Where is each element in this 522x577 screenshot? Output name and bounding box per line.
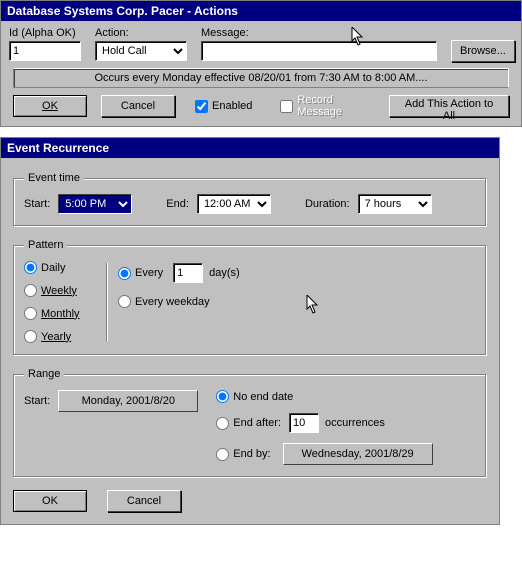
recur-cancel-button[interactable]: Cancel: [107, 490, 181, 512]
action-select[interactable]: Hold Call: [95, 41, 187, 61]
end-time-select[interactable]: 12:00 AM: [197, 194, 271, 214]
pattern-legend: Pattern: [24, 239, 67, 251]
occurs-status: Occurs every Monday effective 08/20/01 f…: [13, 68, 509, 88]
pattern-divider: [106, 263, 108, 341]
occurs-text: Occurs every Monday effective 08/20/01 f…: [94, 72, 427, 84]
recur-ok-button[interactable]: OK: [13, 490, 87, 512]
enabled-label: Enabled: [212, 100, 252, 112]
range-noend-radio[interactable]: No end date: [216, 390, 418, 403]
duration-select[interactable]: 7 hours: [358, 194, 432, 214]
daily-every-weekday-radio[interactable]: Every weekday: [118, 295, 226, 308]
start-time-select[interactable]: 5:00 PM: [58, 194, 132, 214]
range-endby-button[interactable]: Wednesday, 2001/8/29: [283, 443, 433, 465]
browse-button[interactable]: Browse...: [451, 40, 515, 62]
id-label: Id (Alpha OK): [9, 27, 81, 39]
range-start-label: Start:: [24, 395, 50, 407]
recurrence-titlebar: Event Recurrence: [1, 138, 499, 158]
pattern-monthly-radio[interactable]: Monthly: [24, 307, 88, 320]
days-suffix-label: day(s): [209, 267, 240, 279]
actions-title: Database Systems Corp. Pacer - Actions: [7, 4, 238, 18]
daily-every-n-input[interactable]: [173, 263, 203, 283]
range-legend: Range: [24, 368, 64, 380]
pattern-yearly-radio[interactable]: Yearly: [24, 330, 88, 343]
action-label: Action:: [95, 27, 187, 39]
ok-button[interactable]: OK: [13, 95, 87, 117]
range-endafter-radio[interactable]: End after:: [216, 417, 281, 430]
cancel-button[interactable]: Cancel: [101, 95, 175, 117]
start-time-label: Start:: [24, 198, 50, 210]
record-message-label: Record Message: [297, 94, 347, 118]
recurrence-title: Event Recurrence: [7, 141, 109, 155]
range-endafter-n-input[interactable]: [289, 413, 319, 433]
message-label: Message:: [201, 27, 437, 39]
pattern-daily-radio[interactable]: Daily: [24, 261, 88, 274]
end-time-label: End:: [166, 198, 189, 210]
range-start-button[interactable]: Monday, 2001/8/20: [58, 390, 198, 412]
occurrences-label: occurrences: [325, 417, 385, 429]
range-endby-radio[interactable]: End by:: [216, 448, 270, 461]
pattern-weekly-radio[interactable]: Weekly: [24, 284, 88, 297]
actions-titlebar: Database Systems Corp. Pacer - Actions: [1, 1, 521, 21]
event-time-legend: Event time: [24, 172, 84, 184]
duration-label: Duration:: [305, 198, 350, 210]
add-action-all-button[interactable]: Add This Action to All: [389, 95, 509, 117]
enabled-checkbox[interactable]: Enabled: [195, 100, 252, 113]
id-input[interactable]: [9, 41, 81, 61]
message-input[interactable]: [201, 41, 437, 61]
daily-every-n-radio[interactable]: Every: [118, 267, 163, 280]
record-message-checkbox[interactable]: Record Message: [280, 94, 347, 118]
